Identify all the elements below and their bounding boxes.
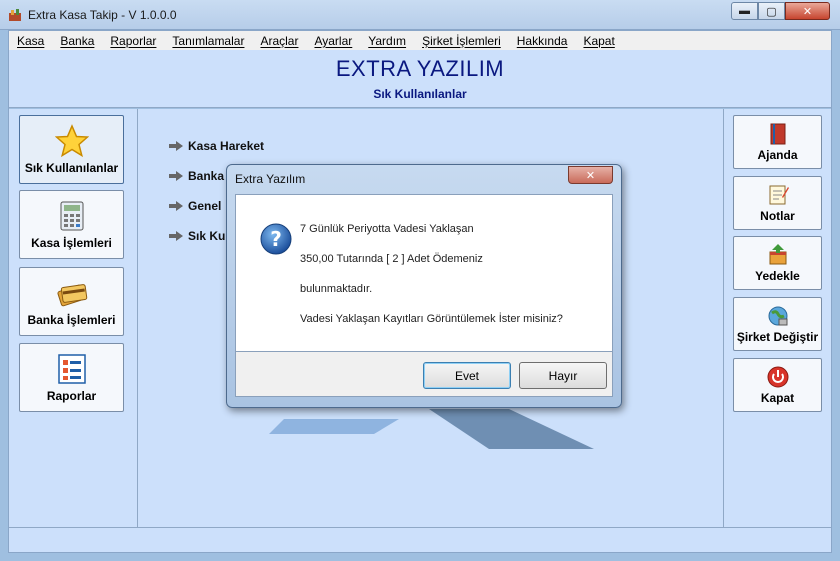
dialog-footer: Evet Hayır bbox=[235, 352, 613, 397]
title-bar: Extra Kasa Takip - V 1.0.0.0 ▬ ▢ ✕ bbox=[0, 0, 840, 30]
arrow-right-icon bbox=[169, 141, 183, 151]
ajanda-button[interactable]: Ajanda bbox=[733, 115, 822, 169]
tool-label: Şirket Değiştir bbox=[736, 330, 819, 344]
menu-kasa[interactable]: Kasa bbox=[17, 34, 44, 48]
tool-label: Yedekle bbox=[755, 269, 800, 283]
dialog-message-line: 350,00 Tutarında [ 2 ] Adet Ödemeniz bbox=[300, 253, 483, 265]
yedekle-button[interactable]: Yedekle bbox=[733, 236, 822, 290]
brand-title: EXTRA YAZILIM bbox=[335, 56, 505, 81]
nav-sik-kullanilanlar-button[interactable]: Sık Kullanılanlar bbox=[19, 115, 124, 184]
menu-ayarlar[interactable]: Ayarlar bbox=[314, 34, 352, 48]
question-icon: ? bbox=[260, 223, 292, 255]
nav-label: Raporlar bbox=[46, 389, 97, 403]
globe-icon bbox=[768, 306, 787, 326]
app-icon bbox=[9, 9, 21, 21]
sirket-degistir-button[interactable]: Şirket Değiştir bbox=[733, 297, 822, 351]
close-button[interactable]: ✕ bbox=[785, 2, 830, 20]
link-label: Genel bbox=[188, 199, 222, 213]
status-bar bbox=[9, 527, 831, 552]
credit-card-icon bbox=[56, 284, 87, 307]
nav-label: Kasa İşlemleri bbox=[31, 236, 112, 250]
maximize-button[interactable]: ▢ bbox=[758, 2, 785, 20]
nav-raporlar-button[interactable]: Raporlar bbox=[19, 343, 124, 412]
book-icon bbox=[770, 123, 785, 145]
link-label: Kasa Hareket bbox=[188, 139, 265, 153]
arrow-right-icon bbox=[169, 231, 183, 241]
menu-tanimlamalar[interactable]: Tanımlamalar bbox=[172, 34, 244, 48]
no-button[interactable]: Hayır bbox=[519, 362, 607, 389]
window-title: Extra Kasa Takip - V 1.0.0.0 bbox=[28, 8, 177, 22]
link-kasa-hareket[interactable]: Kasa Hareket bbox=[169, 131, 264, 161]
tool-label: Ajanda bbox=[757, 148, 798, 162]
menu-hakkinda[interactable]: Hakkında bbox=[517, 34, 568, 48]
arrow-right-icon bbox=[169, 171, 183, 181]
power-icon bbox=[767, 366, 788, 388]
calculator-icon bbox=[60, 201, 83, 231]
star-icon bbox=[54, 124, 89, 158]
dialog-message-line: bulunmaktadır. bbox=[300, 283, 373, 295]
minimize-button[interactable]: ▬ bbox=[731, 2, 758, 20]
menu-sirket-islemleri[interactable]: Şirket İşlemleri bbox=[422, 34, 501, 48]
arrow-right-icon bbox=[169, 201, 183, 211]
section-subtitle: Sık Kullanılanlar bbox=[373, 87, 467, 101]
dialog-body: ? 7 Günlük Periyotta Vadesi Yaklaşan 350… bbox=[235, 194, 613, 352]
backup-icon bbox=[769, 244, 786, 265]
tool-label: Notlar bbox=[760, 209, 795, 223]
link-label: Sık Kul bbox=[188, 229, 229, 243]
nav-kasa-islemleri-button[interactable]: Kasa İşlemleri bbox=[19, 190, 124, 259]
link-label: Banka bbox=[188, 169, 225, 183]
header-banner: EXTRA YAZILIM Sık Kullanılanlar bbox=[9, 50, 831, 108]
dialog-message-line: Vadesi Yaklaşan Kayıtları Görüntülemek İ… bbox=[300, 313, 563, 325]
kapat-button[interactable]: Kapat bbox=[733, 358, 822, 412]
menu-raporlar[interactable]: Raporlar bbox=[110, 34, 156, 48]
report-icon bbox=[57, 354, 86, 384]
dialog-message-line: 7 Günlük Periyotta Vadesi Yaklaşan bbox=[300, 223, 474, 235]
right-tools-panel: Ajanda Notlar Yedekle Şirket Değiştir Ka… bbox=[723, 109, 831, 527]
tool-label: Kapat bbox=[760, 391, 795, 405]
nav-label: Sık Kullanılanlar bbox=[24, 161, 119, 175]
nav-banka-islemleri-button[interactable]: Banka İşlemleri bbox=[19, 267, 124, 336]
dialog-title: Extra Yazılım bbox=[235, 172, 306, 186]
svg-text:?: ? bbox=[270, 227, 282, 251]
notlar-button[interactable]: Notlar bbox=[733, 176, 822, 230]
menu-banka[interactable]: Banka bbox=[60, 34, 94, 48]
menu-kapat[interactable]: Kapat bbox=[583, 34, 614, 48]
menu-yardim[interactable]: Yardım bbox=[368, 34, 406, 48]
dialog-close-button[interactable]: ✕ bbox=[568, 166, 613, 184]
left-nav-panel: Sık Kullanılanlar Kasa İşlemleri Banka İ… bbox=[9, 109, 138, 527]
menu-bar: Kasa Banka Raporlar Tanımlamalar Araçlar… bbox=[9, 31, 831, 50]
menu-araclar[interactable]: Araçlar bbox=[260, 34, 298, 48]
yes-button[interactable]: Evet bbox=[423, 362, 511, 389]
confirm-dialog: Extra Yazılım ✕ ? 7 Günlük Periyotta Vad… bbox=[226, 164, 622, 408]
notes-icon bbox=[769, 185, 789, 205]
nav-label: Banka İşlemleri bbox=[27, 313, 116, 327]
